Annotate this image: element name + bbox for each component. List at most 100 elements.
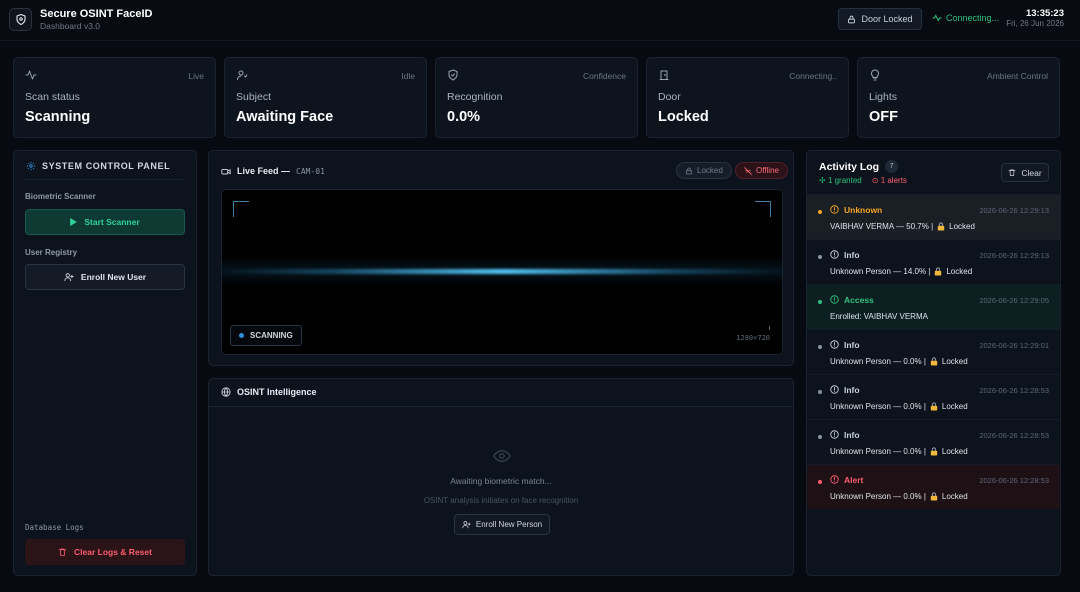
status-dot xyxy=(818,480,822,484)
stat-card-door: Connecting.. Door Locked xyxy=(646,57,849,138)
log-kind: Access xyxy=(844,295,874,305)
status-dot xyxy=(818,390,822,394)
lock-icon xyxy=(685,167,693,174)
log-kind: Alert xyxy=(844,475,864,485)
status-dot xyxy=(818,435,822,439)
log-kind: Info xyxy=(844,340,860,350)
globe-icon xyxy=(221,387,231,397)
padlock-icon xyxy=(930,357,938,366)
log-entry[interactable]: Unknown 2026-06-26 12:29:13 VAIBHAV VERMA … xyxy=(807,194,1060,239)
divider xyxy=(209,406,793,407)
info-circle-icon xyxy=(830,430,839,439)
stat-label: Subject xyxy=(236,91,272,103)
log-detail-text: Unknown Person — 14.0% | xyxy=(830,267,931,276)
log-kind: Info xyxy=(844,250,860,260)
clock-time: 13:35:23 xyxy=(1025,8,1064,19)
stat-label: Recognition xyxy=(447,91,503,103)
log-detail-text: Enrolled: VAIBHAV VERMA xyxy=(830,312,928,321)
log-entry[interactable]: Info 2026-06-26 12:28:53 Unknown Person — … xyxy=(807,419,1060,464)
stat-card-recognition: Confidence Recognition 0.0% xyxy=(435,57,638,138)
alerts-count: ⊙ 1 alerts xyxy=(871,176,907,185)
lock-state-text: Locked xyxy=(941,447,968,456)
log-detail-text: Unknown Person — 0.0% | xyxy=(830,402,926,411)
connection-text: Connecting... xyxy=(946,13,1000,23)
stat-tag: Connecting.. xyxy=(789,71,837,81)
log-timestamp: 2026-06-26 12:29:13 xyxy=(979,251,1049,260)
live-feed-panel: Live Feed — CAM-01 Locked Offline SCANNI… xyxy=(208,150,794,366)
status-dot xyxy=(818,345,822,349)
offline-chip: Offline xyxy=(735,162,788,179)
app-header: Secure OSINT FaceID Dashboard v3.0 Door … xyxy=(0,0,1080,41)
signal-icon xyxy=(932,14,942,22)
log-stats: ✢ 1 granted ⊙ 1 alerts xyxy=(819,176,907,185)
log-detail: Unknown Person — 0.0% | Locked xyxy=(830,402,968,411)
stat-tag: Live xyxy=(188,71,204,81)
log-timestamp: 2026-06-26 12:28:53 xyxy=(979,386,1049,395)
activity-icon xyxy=(25,69,37,81)
lock-state-text: Locked xyxy=(941,357,968,366)
stat-label: Door xyxy=(658,91,681,103)
log-entry[interactable]: Info 2026-06-26 12:29:01 Unknown Person — … xyxy=(807,329,1060,374)
enroll-new-person-button[interactable]: Enroll New Person xyxy=(454,514,550,535)
log-timestamp: 2026-06-26 12:29:05 xyxy=(979,296,1049,305)
start-scanner-button[interactable]: Start Scanner xyxy=(25,209,185,235)
divider xyxy=(25,179,185,180)
enroll-new-user-button[interactable]: Enroll New User xyxy=(25,264,185,290)
user-plus-icon xyxy=(462,521,471,529)
clear-log-button[interactable]: Clear xyxy=(1001,163,1049,182)
camera-icon xyxy=(221,168,231,174)
door-status-text: Door Locked xyxy=(861,14,913,24)
door-status-pill[interactable]: Door Locked xyxy=(838,8,922,30)
scanning-badge: SCANNING xyxy=(230,325,302,346)
live-feed-title: Live Feed — CAM-01 xyxy=(221,166,325,176)
panel-title: SYSTEM CONTROL PANEL xyxy=(26,161,170,171)
stat-tag: Idle xyxy=(401,71,415,81)
play-icon xyxy=(70,218,78,226)
log-entry[interactable]: Info 2026-06-26 12:28:53 Unknown Person — … xyxy=(807,374,1060,419)
info-circle-icon xyxy=(830,295,839,304)
user-plus-icon xyxy=(64,273,74,282)
log-detail: Enrolled: VAIBHAV VERMA xyxy=(830,312,928,321)
lock-state-text: Locked xyxy=(946,267,973,276)
log-detail-text: Unknown Person — 0.0% | xyxy=(830,447,926,456)
user-scan-icon xyxy=(236,69,248,81)
log-entry[interactable]: Access 2026-06-26 12:29:05 Enrolled: VAIBH… xyxy=(807,284,1060,329)
app-subtitle: Dashboard v3.0 xyxy=(40,21,101,31)
osint-title: OSINT Intelligence xyxy=(221,387,317,397)
log-detail: Unknown Person — 14.0% | Locked xyxy=(830,267,972,276)
padlock-icon xyxy=(934,267,942,276)
log-detail-text: Unknown Person — 0.0% | xyxy=(830,357,926,366)
frame-corner xyxy=(233,201,249,217)
status-dot xyxy=(818,255,822,259)
log-kind: Info xyxy=(844,385,860,395)
log-detail: Unknown Person — 0.0% | Locked xyxy=(830,492,968,501)
log-detail-text: Unknown Person — 0.0% | xyxy=(830,492,926,501)
lightbulb-icon xyxy=(869,69,881,81)
log-detail-text: VAIBHAV VERMA — 50.7% | xyxy=(830,222,934,231)
info-circle-icon xyxy=(830,205,839,214)
frame-corner xyxy=(755,201,771,217)
log-detail: Unknown Person — 0.0% | Locked xyxy=(830,357,968,366)
activity-log-title: Activity Log 7 xyxy=(819,160,899,173)
settings-icon xyxy=(26,161,36,171)
stat-card-subject: Idle Subject Awaiting Face xyxy=(224,57,427,138)
stat-tag: Ambient Control xyxy=(987,71,1048,81)
stat-tag: Confidence xyxy=(582,71,626,81)
clock-date: Fri, 26 Jun 2026 xyxy=(1006,19,1064,28)
clear-logs-button[interactable]: Clear Logs & Reset xyxy=(25,539,185,565)
log-detail: VAIBHAV VERMA — 50.7% | Locked xyxy=(830,222,975,231)
lock-state-text: Locked xyxy=(941,402,968,411)
status-dot xyxy=(818,210,822,214)
stat-value: Locked xyxy=(658,109,709,125)
padlock-icon xyxy=(930,402,938,411)
log-timestamp: 2026-06-26 12:28:53 xyxy=(979,431,1049,440)
info-circle-icon xyxy=(830,385,839,394)
shield-icon xyxy=(447,69,459,81)
biometric-scanner-label: Biometric Scanner xyxy=(25,192,96,201)
log-entry[interactable]: Alert 2026-06-26 12:28:53 Unknown Person —… xyxy=(807,464,1060,509)
video-feed[interactable]: SCANNING 1280×720 xyxy=(221,189,783,355)
stat-label: Scan status xyxy=(25,91,80,103)
padlock-icon xyxy=(930,492,938,501)
stat-value: Scanning xyxy=(25,109,91,125)
log-entry[interactable]: Info 2026-06-26 12:29:13 Unknown Person — … xyxy=(807,239,1060,284)
